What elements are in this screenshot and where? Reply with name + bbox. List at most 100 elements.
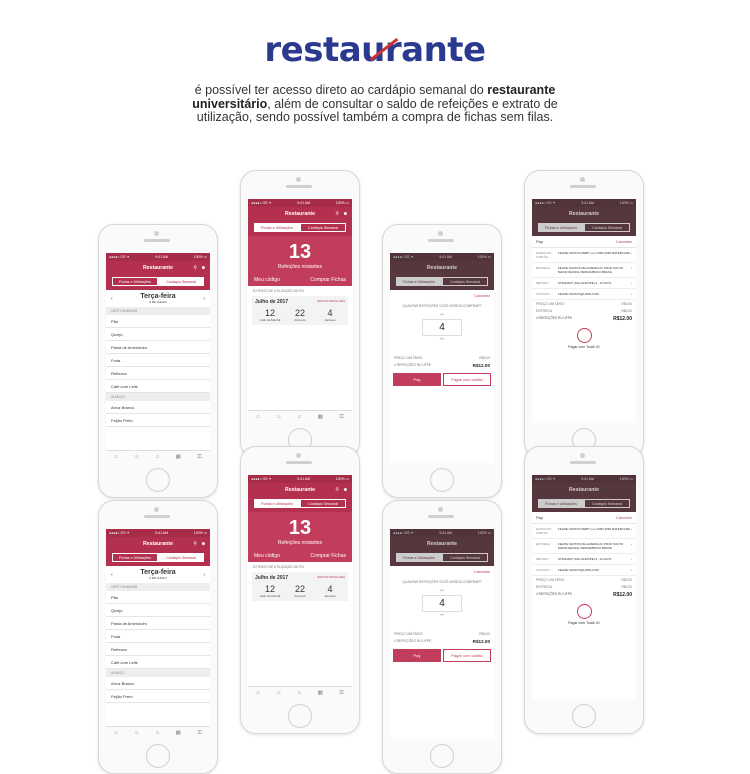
tab-building-icon[interactable]: ⌂ (156, 454, 159, 460)
tab-calendar-icon[interactable]: ▦ (176, 454, 181, 460)
chevron-left-icon[interactable]: ‹ (111, 296, 113, 302)
tab-food-icon[interactable]: ♨ (276, 414, 281, 420)
payment-details: DADOS DO CARTÃO FELIPE SANTOS DEBIT (••••… (532, 524, 636, 576)
segmented-control[interactable]: Fichas e Utilizações Cardápio Semanal (248, 497, 352, 512)
card-pay-button[interactable]: Pagar com cartão (443, 649, 491, 662)
price-row: PREÇO UNITÁRIO R$3.00 (536, 301, 632, 306)
tab-calendar-icon[interactable]: ▦ (318, 414, 323, 420)
payment-detail-row[interactable]: DADOS DO CARTÃO FELIPE SANTOS DEBIT (••••… (532, 248, 636, 263)
touch-id-button[interactable]: Pagar com Touch ID (532, 600, 636, 629)
tab-calendar-icon[interactable]: ▦ (176, 730, 181, 736)
tab-food-icon[interactable]: ♨ (276, 690, 281, 696)
tab-cardapio[interactable]: Cardápio Semanal (300, 499, 346, 508)
payment-detail-row[interactable]: ENTREGA FELIPE SANTOS DE ALMEIDA AV. PROF… (532, 539, 636, 554)
chevron-down-icon[interactable]: ﹀ (390, 338, 494, 344)
search-icon[interactable]: ⚲ (335, 487, 339, 493)
quantity-stepper[interactable]: ︿ 4 ﹀ (390, 311, 494, 344)
tab-fichas[interactable]: Fichas e Utilizações (254, 223, 300, 232)
chevron-right-icon[interactable]: › (203, 296, 205, 302)
download-details-link[interactable]: BAIXAR DETALHES (318, 299, 345, 305)
chevron-up-icon[interactable]: ︿ (390, 587, 494, 593)
home-button[interactable] (430, 468, 454, 492)
camera (438, 507, 443, 512)
tab-profile-icon[interactable]: ⚿ (197, 730, 201, 737)
tab-cardapio[interactable]: Cardápio Semanal (300, 223, 346, 232)
segmented-control[interactable]: Fichas e Utilizações Cardápio Semanal (106, 275, 210, 290)
home-button[interactable] (572, 704, 596, 728)
tab-fichas[interactable]: Fichas e Utilizações (112, 553, 158, 562)
card-pay-button[interactable]: Pagar com cartão (443, 373, 491, 386)
avatar-icon[interactable]: ☻ (201, 265, 206, 271)
tab-home-icon[interactable]: ⌂ (256, 690, 259, 696)
tab-profile-icon[interactable]: ⚿ (339, 690, 343, 697)
touch-id-button[interactable]: Pagar com Touch ID (532, 324, 636, 353)
tab-profile-icon[interactable]: ⚿ (339, 414, 343, 421)
apple-pay-logo: Pay (536, 515, 543, 520)
tab-bar[interactable]: ⌂ ♨ ⌂ ▦ ⚿ (106, 450, 210, 463)
tab-bar[interactable]: ⌂ ♨ ⌂ ▦ ⚿ (106, 726, 210, 739)
my-code-button[interactable]: Meu código (254, 553, 280, 559)
avatar-icon[interactable]: ☻ (343, 487, 348, 493)
menu-item: Refresco (106, 643, 210, 656)
search-icon[interactable]: ⚲ (193, 541, 197, 547)
nav-bar: Restaurante ⚲ ☻ (106, 261, 210, 275)
tab-profile-icon[interactable]: ⚿ (197, 454, 201, 461)
payment-detail-row[interactable]: MÉTODO STANDART (DHL EUROPE) 5 - 10 DAYS › (532, 278, 636, 289)
tab-home-icon[interactable]: ⌂ (114, 454, 117, 460)
chevron-left-icon[interactable]: ‹ (111, 572, 113, 578)
tab-bar[interactable]: ⌂ ♨ ⌂ ▦ ⚿ (248, 410, 352, 423)
usage-day: 22 Almoços (294, 308, 306, 322)
payment-detail-row[interactable]: DADOS DO CARTÃO FELIPE SANTOS DEBIT (••••… (532, 524, 636, 539)
applepay-screen: ●●●●○ OS ✦ 9:41 AM 100% ▭ Restaurante Fich… (532, 475, 636, 699)
quantity-stepper[interactable]: ︿ 4 ﹀ (390, 587, 494, 620)
tab-cardapio[interactable]: Cardápio Semanal (158, 277, 204, 286)
extract-title: EXTRATO DE UTILIZAÇÃO DO RU (253, 289, 304, 293)
phone-menu-2: ●●●●○ OS ✦ 9:41 AM 100% ▭ Restaurante ⚲ ☻ Fi… (98, 500, 218, 774)
cancel-button[interactable]: Cancelar (390, 290, 494, 301)
download-details-link[interactable]: BAIXAR DETALHES (318, 575, 345, 581)
segmented-control[interactable]: Fichas e Utilizações Cardápio Semanal (248, 221, 352, 236)
search-icon[interactable]: ⚲ (193, 265, 197, 271)
tab-home-icon[interactable]: ⌂ (256, 414, 259, 420)
tab-building-icon[interactable]: ⌂ (298, 414, 301, 420)
search-icon[interactable]: ⚲ (335, 211, 339, 217)
payment-detail-row[interactable]: ENTREGA FELIPE SANTOS DE ALMEIDA AV. PROF… (532, 263, 636, 278)
menu-item: Queijo (106, 328, 210, 341)
tab-bar[interactable]: ⌂ ♨ ⌂ ▦ ⚿ (248, 686, 352, 699)
tab-building-icon[interactable]: ⌂ (156, 730, 159, 736)
cancel-button[interactable]: Cancelar (616, 239, 632, 244)
buy-tickets-button[interactable]: Comprar Fichas (310, 553, 346, 559)
apple-pay-button[interactable]: Pay (393, 373, 441, 386)
my-code-button[interactable]: Meu código (254, 277, 280, 283)
avatar-icon[interactable]: ☻ (201, 541, 206, 547)
home-button[interactable] (146, 744, 170, 768)
payment-detail-row[interactable]: CONTATO FELIPE.SANTOS@UFPE.COM › (532, 565, 636, 576)
home-button[interactable] (146, 468, 170, 492)
home-button[interactable] (288, 704, 312, 728)
camera (438, 231, 443, 236)
avatar-icon[interactable]: ☻ (343, 211, 348, 217)
tab-fichas[interactable]: Fichas e Utilizações (254, 499, 300, 508)
cancel-button[interactable]: Cancelar (390, 566, 494, 577)
tab-fichas[interactable]: Fichas e Utilizações (112, 277, 158, 286)
menu-item: Fruta (106, 354, 210, 367)
tab-food-icon[interactable]: ♨ (134, 730, 139, 736)
tab-cardapio[interactable]: Cardápio Semanal (158, 553, 204, 562)
day-header: ‹ Terça-feira 6 DE JULHO › (111, 569, 205, 580)
chevron-right-icon[interactable]: › (203, 572, 205, 578)
payment-detail-row[interactable]: MÉTODO STANDART (DHL EUROPE) 5 - 10 DAYS › (532, 554, 636, 565)
tab-home-icon[interactable]: ⌂ (114, 730, 117, 736)
apple-pay-button[interactable]: Pay (393, 649, 441, 662)
buy-tickets-button[interactable]: Comprar Fichas (310, 277, 346, 283)
tab-calendar-icon[interactable]: ▦ (318, 690, 323, 696)
chevron-up-icon[interactable]: ︿ (390, 311, 494, 317)
segmented-control[interactable]: Fichas e Utilizações Cardápio Semanal (106, 551, 210, 566)
home-button[interactable] (430, 744, 454, 768)
nav-bar: Restaurante ⚲ ☻ (106, 537, 210, 551)
payment-detail-row[interactable]: CONTATO FELIPE.SANTOS@UFPE.COM › (532, 289, 636, 300)
applepay-sheet: Pay Cancelar DADOS DO CARTÃO FELIPE SANTOS… (532, 512, 636, 629)
cancel-button[interactable]: Cancelar (616, 515, 632, 520)
chevron-down-icon[interactable]: ﹀ (390, 614, 494, 620)
tab-food-icon[interactable]: ♨ (134, 454, 139, 460)
tab-building-icon[interactable]: ⌂ (298, 690, 301, 696)
